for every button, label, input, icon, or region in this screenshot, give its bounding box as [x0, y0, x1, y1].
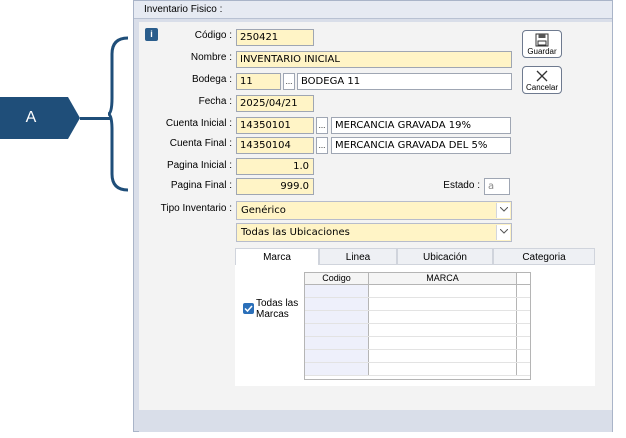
todas-marcas-checkbox[interactable]	[243, 303, 254, 314]
table-row[interactable]	[305, 324, 530, 337]
tab-linea[interactable]: Linea	[319, 248, 397, 265]
grid-header: Codigo MARCA	[305, 273, 530, 285]
column-header-marca[interactable]: MARCA	[369, 273, 517, 284]
cuenta-inicial-label: Cuenta Inicial :	[165, 118, 232, 129]
save-button[interactable]: Guardar	[522, 30, 562, 58]
table-row[interactable]	[305, 337, 530, 350]
cuenta-final-lookup-button[interactable]: ...	[316, 137, 328, 154]
pagina-inicial-field[interactable]: 1.0	[236, 158, 314, 175]
todas-marcas-label-2: Marcas	[256, 309, 289, 320]
annotation-bracket	[108, 36, 129, 192]
bodega-label: Bodega :	[191, 74, 232, 85]
cuenta-final-code-field[interactable]: 14350104	[236, 137, 314, 154]
fecha-field[interactable]: 2025/04/21	[236, 95, 314, 112]
estado-field: a	[484, 178, 510, 195]
cuenta-inicial-code-field[interactable]: 14350101	[236, 117, 314, 134]
pagina-inicial-label: Pagina Inicial :	[166, 160, 232, 171]
pagina-final-label: Pagina Final :	[170, 180, 232, 191]
save-button-label: Guardar	[527, 47, 557, 56]
window-footer	[139, 410, 612, 432]
close-icon	[536, 70, 548, 82]
ubicaciones-value: Todas las Ubicaciones	[241, 227, 350, 238]
bodega-code-field[interactable]: 11	[236, 73, 281, 90]
tipo-inventario-label: Tipo Inventario :	[160, 203, 232, 214]
annotation-connector	[80, 117, 110, 120]
annotation-label: A	[25, 109, 37, 126]
bodega-name-field: BODEGA 11	[297, 73, 512, 90]
bodega-lookup-button[interactable]: ...	[283, 73, 295, 90]
ubicaciones-select[interactable]: Todas las Ubicaciones	[236, 223, 512, 242]
cancel-button-label: Cancelar	[525, 83, 558, 92]
table-row[interactable]	[305, 311, 530, 324]
save-icon	[535, 33, 549, 47]
table-row[interactable]	[305, 363, 530, 376]
fecha-label: Fecha :	[198, 96, 232, 107]
codigo-field[interactable]: 250421	[236, 29, 314, 46]
cuenta-inicial-name-field: MERCANCIA GRAVADA 19%	[331, 117, 511, 134]
tab-marca[interactable]: Marca	[235, 248, 319, 265]
cuenta-final-label: Cuenta Final :	[169, 138, 232, 149]
cuenta-inicial-lookup-button[interactable]: ...	[316, 117, 328, 134]
pagina-final-field[interactable]: 999.0	[236, 178, 314, 195]
table-row[interactable]	[305, 298, 530, 311]
tipo-inventario-value: Genérico	[241, 205, 286, 216]
check-icon	[244, 305, 253, 313]
column-header-codigo[interactable]: Codigo	[305, 273, 369, 284]
window-title: Inventario Fisico :	[134, 1, 612, 19]
todas-marcas-label-1: Todas las	[256, 298, 299, 309]
annotation-arrow	[68, 97, 80, 139]
tipo-inventario-select[interactable]: Genérico	[236, 201, 512, 220]
cancel-button[interactable]: Cancelar	[522, 66, 562, 94]
table-row[interactable]	[305, 285, 530, 298]
nombre-label: Nombre :	[190, 52, 232, 63]
nombre-field[interactable]: INVENTARIO INICIAL	[236, 51, 512, 68]
marca-grid[interactable]: Codigo MARCA	[304, 272, 531, 380]
tab-categoria[interactable]: Categoria	[493, 248, 595, 265]
codigo-label: Código :	[194, 30, 232, 41]
estado-label: Estado :	[443, 180, 480, 191]
cuenta-final-name-field: MERCANCIA GRAVADA DEL 5%	[331, 137, 511, 154]
table-row[interactable]	[305, 350, 530, 363]
chevron-down-icon[interactable]	[496, 225, 510, 240]
chevron-down-icon[interactable]	[496, 203, 510, 218]
tab-ubicacion[interactable]: Ubicación	[397, 248, 493, 265]
